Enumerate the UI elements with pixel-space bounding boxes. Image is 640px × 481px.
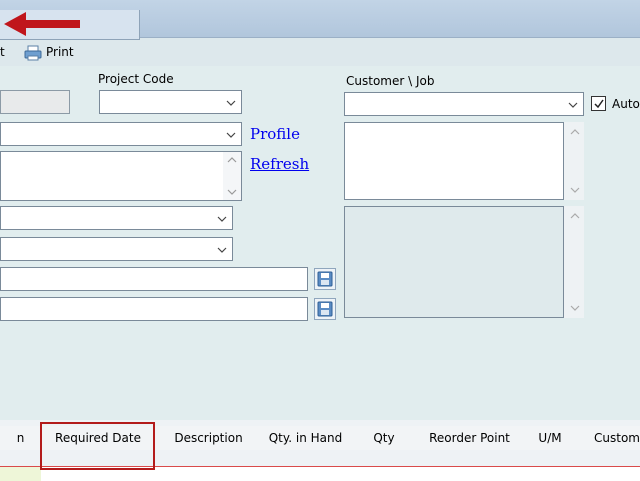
save-icon — [317, 271, 333, 287]
address-textarea[interactable] — [0, 151, 242, 201]
chevron-down-icon — [226, 132, 236, 138]
scroll-up-icon[interactable] — [570, 128, 580, 136]
print-label: Print — [46, 45, 74, 59]
scrollbar[interactable] — [564, 122, 584, 200]
column-header-qty[interactable]: Qty — [349, 426, 420, 450]
scroll-down-icon[interactable] — [570, 186, 580, 194]
customer-textarea-2[interactable] — [344, 206, 564, 318]
title-bar — [0, 0, 640, 40]
scroll-up-icon[interactable] — [227, 156, 237, 164]
column-header-description[interactable]: Description — [155, 426, 263, 450]
save-button-1[interactable] — [314, 268, 336, 290]
chevron-down-icon — [226, 100, 236, 106]
column-header-um[interactable]: U/M — [520, 426, 581, 450]
printer-icon — [24, 45, 42, 61]
customer-job-dropdown[interactable] — [344, 92, 584, 116]
column-header-customer[interactable]: Custom — [580, 426, 640, 450]
grid-cell[interactable] — [262, 467, 350, 481]
auto-label: Auto — [612, 97, 640, 111]
highlight-box-annotation — [40, 422, 155, 470]
scrollbar[interactable] — [223, 152, 241, 200]
scroll-down-icon[interactable] — [227, 188, 237, 196]
chevron-down-icon — [217, 216, 227, 222]
chevron-down-icon — [568, 102, 578, 108]
red-arrow-annotation — [4, 12, 80, 36]
grid-cell[interactable] — [349, 467, 420, 481]
scrollbar[interactable] — [564, 206, 584, 318]
column-header-reorder-point[interactable]: Reorder Point — [419, 426, 521, 450]
refresh-link[interactable]: Refresh — [250, 155, 309, 173]
dropdown-2[interactable] — [0, 206, 233, 230]
column-header[interactable]: n — [0, 426, 42, 450]
grid-cell[interactable] — [419, 467, 521, 481]
readonly-field — [0, 90, 70, 114]
text-input-1[interactable] — [0, 267, 308, 291]
save-icon — [317, 301, 333, 317]
toolbar: t Print — [0, 38, 640, 66]
text-input-2[interactable] — [0, 297, 308, 321]
project-code-dropdown[interactable] — [99, 90, 242, 114]
checkmark-icon — [594, 99, 604, 109]
auto-checkbox[interactable] — [591, 96, 606, 111]
project-code-label: Project Code — [98, 72, 174, 86]
customer-job-label: Customer \ Job — [346, 74, 435, 88]
dropdown-3[interactable] — [0, 237, 233, 261]
save-button-2[interactable] — [314, 298, 336, 320]
dropdown-1[interactable] — [0, 122, 242, 146]
scroll-down-icon[interactable] — [570, 304, 580, 312]
toolbar-partial-item[interactable]: t — [0, 45, 5, 59]
grid-cell[interactable] — [580, 467, 640, 481]
profile-link[interactable]: Profile — [250, 125, 300, 143]
scroll-up-icon[interactable] — [570, 212, 580, 220]
chevron-down-icon — [217, 247, 227, 253]
grid-cell[interactable] — [520, 467, 581, 481]
column-header-qty-in-hand[interactable]: Qty. in Hand — [262, 426, 350, 450]
grid-cell[interactable] — [155, 467, 263, 481]
grid-cell[interactable] — [0, 467, 42, 481]
customer-textarea-1[interactable] — [344, 122, 564, 200]
